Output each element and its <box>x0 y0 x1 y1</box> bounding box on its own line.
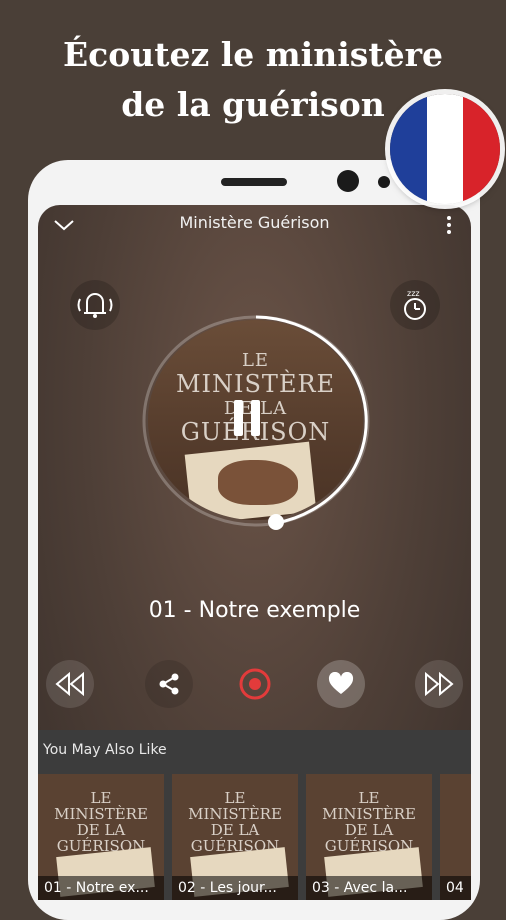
french-flag-icon <box>390 94 500 204</box>
card-label: 01 - Notre ex... <box>38 876 164 900</box>
more-vertical-icon[interactable] <box>441 213 457 237</box>
phone-camera <box>337 170 359 192</box>
bell-icon <box>77 293 113 318</box>
heart-icon <box>328 672 354 694</box>
share-button[interactable] <box>145 660 193 708</box>
record-button[interactable] <box>231 660 279 708</box>
suggestion-card[interactable]: LE MINISTÈRE DE LA GUÉRISON 02 - Les jour..… <box>172 774 298 900</box>
app-screen: Ministère Guérison zzz LE MINISTÈRE DE L… <box>38 205 471 900</box>
track-title: 01 - Notre exemple <box>148 598 361 623</box>
sleep-timer-button[interactable]: zzz <box>390 280 440 330</box>
suggestion-card[interactable]: 04 <box>440 774 471 900</box>
card-cover-title: LE MINISTÈRE DE LA GUÉRISON <box>54 789 148 855</box>
chevron-down-icon[interactable] <box>52 213 76 237</box>
card-label: 02 - Les jour... <box>172 876 298 900</box>
phone-sensor <box>378 176 390 188</box>
suggestion-card[interactable]: LE MINISTÈRE DE LA GUÉRISON 03 - Avec la... <box>306 774 432 900</box>
app-title: Ministère Guérison <box>179 213 330 232</box>
fast-forward-icon <box>425 672 454 696</box>
svg-text:zzz: zzz <box>407 289 420 298</box>
favorite-button[interactable] <box>317 660 365 708</box>
suggestion-card[interactable]: LE MINISTÈRE DE LA GUÉRISON 01 - Notre ex..… <box>38 774 164 900</box>
record-icon <box>239 668 271 700</box>
rewind-button[interactable] <box>46 660 94 708</box>
phone-speaker <box>221 178 287 186</box>
alarm-button[interactable] <box>70 280 120 330</box>
fast-forward-button[interactable] <box>415 660 463 708</box>
top-bar: Ministère Guérison <box>38 205 471 245</box>
share-icon <box>159 673 179 695</box>
rewind-icon <box>55 672 84 696</box>
promo-line-1: Écoutez le ministère <box>63 35 443 74</box>
suggestions-section: You May Also Like LE MINISTÈRE DE LA GUÉRIS… <box>38 730 471 900</box>
card-cover-title: LE MINISTÈRE DE LA GUÉRISON <box>322 789 416 855</box>
card-label: 03 - Avec la... <box>306 876 432 900</box>
card-cover-title: LE MINISTÈRE DE LA GUÉRISON <box>188 789 282 855</box>
suggestions-heading: You May Also Like <box>43 742 167 758</box>
card-label: 04 <box>440 876 471 900</box>
sleep-timer-icon: zzz <box>404 289 426 320</box>
